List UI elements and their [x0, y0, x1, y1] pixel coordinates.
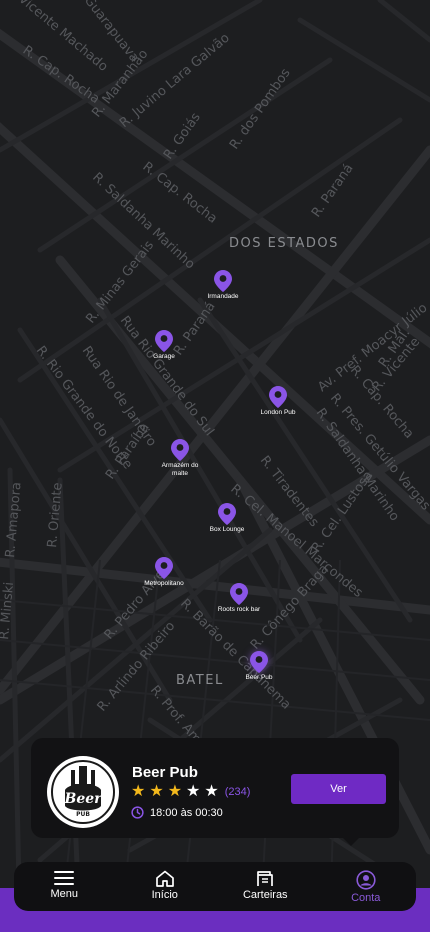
map-pin-icon — [218, 503, 236, 525]
star-icon: ★ — [149, 783, 164, 800]
tab-label: Carteiras — [242, 889, 288, 901]
map-pin-icon — [230, 583, 248, 605]
menu-icon — [54, 871, 75, 885]
pin-label: Irmandade — [207, 293, 239, 300]
bottom-tab-bar: Menu Início Carteiras Conta — [14, 862, 416, 911]
map-pin-selected[interactable]: Beer Pub — [219, 651, 299, 682]
map-pin[interactable]: London Pub — [238, 386, 318, 417]
district-label: DOS ESTADOS — [229, 236, 339, 251]
tab-conta[interactable]: Conta — [316, 862, 417, 911]
wallet-icon — [257, 871, 274, 886]
tab-inicio[interactable]: Início — [115, 862, 216, 911]
map-pin-icon — [214, 270, 232, 292]
pin-label: Roots rock bar — [217, 606, 261, 613]
rating: ★ ★ ★ ★ ★ (234) — [131, 784, 250, 800]
venue-name: Beer Pub — [132, 764, 198, 781]
logo-sub: PUB — [76, 811, 90, 818]
venue-card[interactable]: Beer PUB Beer Pub ★ ★ ★ ★ ★ (234) 18:00 … — [31, 738, 399, 846]
logo-text: Beer — [63, 791, 103, 807]
home-icon — [155, 870, 174, 887]
pin-label: Box Lounge — [209, 526, 245, 533]
tab-label: Conta — [351, 892, 381, 904]
pin-label: Beer Pub — [245, 674, 273, 681]
review-count[interactable]: (234) — [225, 786, 251, 798]
tab-label: Menu — [50, 888, 79, 900]
view-button[interactable]: Ver — [291, 774, 386, 804]
venue-logo: Beer PUB — [47, 756, 119, 828]
pin-label: Garage — [153, 353, 175, 360]
clock-icon — [131, 806, 144, 819]
pin-label: London Pub — [260, 409, 296, 416]
district-label: BATEL — [176, 673, 224, 688]
star-icon: ★ — [204, 783, 219, 800]
card-pointer — [343, 838, 359, 846]
pin-label: Metropolitano — [144, 580, 184, 587]
map-pin[interactable]: Box Lounge — [187, 503, 267, 534]
tab-label: Início — [151, 889, 178, 901]
tab-menu[interactable]: Menu — [14, 862, 115, 911]
tab-carteiras[interactable]: Carteiras — [215, 862, 316, 911]
star-icon: ★ — [131, 783, 146, 800]
map-pin-icon — [155, 330, 173, 352]
map-pin[interactable]: Metropolitano — [124, 557, 204, 588]
map-pin[interactable]: Armazém do malte — [140, 439, 220, 478]
map-pin[interactable]: Irmandade — [183, 270, 263, 301]
map-pin-icon — [250, 651, 268, 673]
map-pin-icon — [155, 557, 173, 579]
account-icon — [356, 870, 376, 890]
map-pin-icon — [171, 439, 189, 461]
map-pin[interactable]: Garage — [124, 330, 204, 361]
map-pin-icon — [269, 386, 287, 408]
pin-label: Armazém do malte — [161, 462, 199, 477]
hours-text: 18:00 às 00:30 — [150, 806, 223, 819]
star-icon: ★ — [167, 783, 183, 800]
opening-hours: 18:00 às 00:30 — [131, 806, 223, 819]
star-icon: ★ — [186, 783, 201, 800]
map-pin[interactable]: Roots rock bar — [199, 583, 279, 614]
